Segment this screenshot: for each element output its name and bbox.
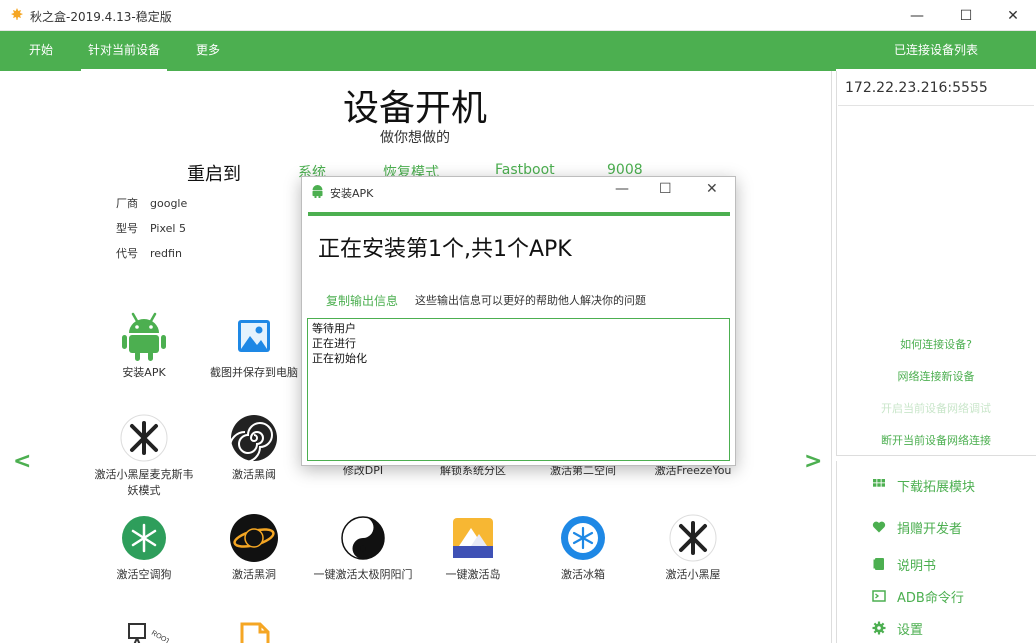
- tile-install-apk[interactable]: 安装APK: [94, 311, 194, 381]
- log-line: 正在初始化: [312, 352, 367, 365]
- dialog-minimize-button[interactable]: —: [615, 181, 629, 197]
- tile-blackhole[interactable]: 激活黑洞: [204, 513, 304, 583]
- copy-output-button[interactable]: 复制输出信息: [326, 292, 398, 309]
- tab-more[interactable]: 更多: [196, 31, 220, 71]
- icebox-icon: [558, 513, 608, 563]
- info-codename: 代号 redfin: [116, 247, 182, 260]
- tile-brevent[interactable]: 激活黑阈: [204, 413, 304, 483]
- android-icon: [119, 311, 169, 361]
- menu-donate[interactable]: 捐赠开发者: [872, 518, 962, 537]
- log-line: 正在进行: [312, 337, 356, 350]
- next-page-arrow[interactable]: >: [804, 449, 822, 474]
- title-bar: 秋之盒-2019.4.13-稳定版 — ☐ ✕: [0, 0, 1036, 31]
- island-icon: [448, 513, 498, 563]
- tile-stopapp[interactable]: 激活小黑屋: [643, 513, 743, 583]
- book-icon: [873, 558, 884, 570]
- blackhole-icon: [229, 513, 279, 563]
- dialog-heading: 正在安装第1个,共1个APK: [318, 237, 572, 262]
- maple-leaf-icon: [11, 8, 23, 20]
- tile-island[interactable]: 一键激活岛: [423, 513, 523, 583]
- minimize-button[interactable]: —: [894, 0, 940, 31]
- info-model: 型号 Pixel 5: [116, 222, 186, 235]
- device-list-divider: [838, 105, 1034, 106]
- how-to-connect-link[interactable]: 如何连接设备?: [836, 336, 1036, 352]
- dialog-hint: 这些输出信息可以更好的帮助他人解决你的问题: [415, 294, 646, 307]
- output-log[interactable]: 等待用户 正在进行 正在初始化: [307, 318, 730, 461]
- page-title: 设备开机: [342, 88, 487, 129]
- android-icon: [312, 185, 323, 198]
- tile-screenshot[interactable]: 截图并保存到电脑: [204, 311, 304, 381]
- tile-root[interactable]: ROOT: [94, 611, 194, 643]
- tile-taichi[interactable]: 一键激活太极阴阳门: [313, 513, 413, 583]
- menu-download-extensions[interactable]: 下载拓展模块: [872, 476, 975, 495]
- grid-icon: [873, 479, 885, 487]
- file-edit-icon: [229, 611, 279, 643]
- info-manufacturer: 厂商 google: [116, 197, 188, 210]
- root-logo-text: ROOT: [150, 630, 169, 643]
- tile-file[interactable]: [204, 611, 304, 643]
- log-line: 等待用户: [312, 322, 356, 335]
- device-list-panel: [836, 71, 1036, 456]
- dialog-close-button[interactable]: ✕: [706, 181, 718, 197]
- heart-icon: [872, 521, 886, 533]
- tile-aircon-dog[interactable]: 激活空调狗: [94, 513, 194, 583]
- menu-adb-console[interactable]: ADB命令行: [872, 587, 964, 606]
- close-button[interactable]: ✕: [990, 0, 1036, 31]
- window-title: 秋之盒-2019.4.13-稳定版: [30, 10, 172, 24]
- gear-icon: [872, 621, 886, 635]
- tile-icebox[interactable]: 激活冰箱: [533, 513, 633, 583]
- tab-start[interactable]: 开始: [29, 31, 53, 71]
- network-connect-link[interactable]: 网络连接新设备: [836, 368, 1036, 384]
- tile-stopapp-maxwell[interactable]: 激活小黑屋麦克斯韦妖模式: [94, 413, 194, 499]
- snowflake-black-icon: [119, 413, 169, 463]
- dialog-title: 安装APK: [330, 187, 374, 200]
- root-icon: ROOT: [119, 611, 169, 643]
- menu-manual[interactable]: 说明书: [872, 555, 936, 574]
- device-list-item[interactable]: 172.22.23.216:5555: [845, 80, 988, 96]
- page-subtitle: 做你想做的: [380, 130, 450, 146]
- dialog-progress-bar: [308, 212, 730, 216]
- disconnect-network-link[interactable]: 断开当前设备网络连接: [836, 432, 1036, 448]
- terminal-icon: [872, 590, 886, 602]
- spiral-icon: [229, 413, 279, 463]
- tab-current-device[interactable]: 针对当前设备: [81, 31, 168, 71]
- prev-page-arrow[interactable]: <: [13, 449, 31, 474]
- menu-settings[interactable]: 设置: [872, 619, 923, 638]
- install-apk-dialog: 安装APK — ☐ ✕ 正在安装第1个,共1个APK 复制输出信息 这些输出信息…: [301, 176, 736, 466]
- maximize-button[interactable]: ☐: [943, 0, 989, 31]
- yin-yang-icon: [338, 513, 388, 563]
- snowflake-black-icon: [668, 513, 718, 563]
- image-icon: [229, 311, 279, 361]
- dialog-maximize-button[interactable]: ☐: [659, 181, 672, 197]
- tab-connected-devices[interactable]: 已连接设备列表: [836, 31, 1036, 71]
- top-navbar: 开始 针对当前设备 更多 已连接设备列表: [0, 31, 1036, 71]
- snowflake-green-icon: [119, 513, 169, 563]
- enable-network-debug-link[interactable]: 开启当前设备网络调试: [836, 400, 1036, 416]
- reboot-label: 重启到: [187, 164, 241, 185]
